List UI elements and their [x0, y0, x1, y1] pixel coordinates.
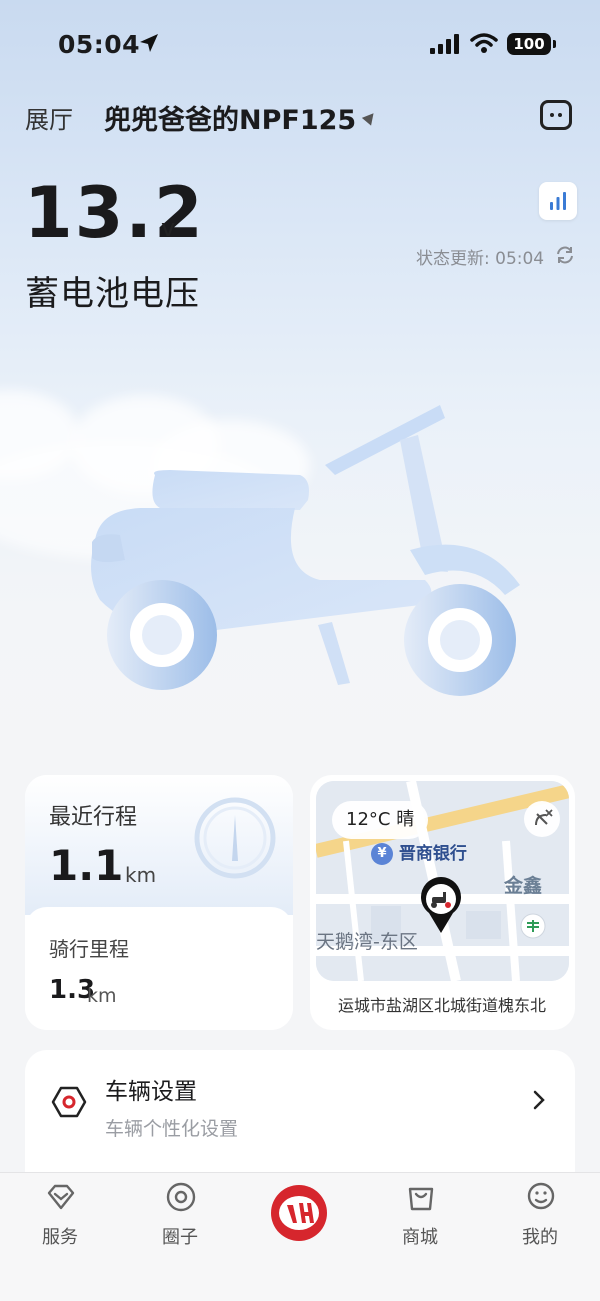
- tab-service[interactable]: 服务: [15, 1173, 105, 1263]
- location-map[interactable]: 12°C 晴 ¥ 晋商银行 金鑫 天鹅湾-东区: [316, 781, 569, 981]
- mileage-title: 骑行里程: [49, 937, 129, 961]
- map-poi-tiane: 天鹅湾-东区: [316, 931, 418, 953]
- message-robot-icon[interactable]: [540, 100, 572, 130]
- post-office-marker-icon: [520, 913, 546, 939]
- voltage-unit: V: [161, 214, 176, 242]
- tab-service-label: 服务: [42, 1227, 78, 1248]
- status-bar: 05:04 100: [0, 0, 600, 90]
- tab-home[interactable]: [271, 1185, 327, 1241]
- bar-chart-icon: [550, 192, 566, 210]
- location-address: 运城市盐湖区北城街道槐东北: [338, 996, 547, 1015]
- bottom-tab-bar: 服务 圈子 商城 我的: [0, 1172, 600, 1301]
- map-poi-bank: ¥ 晋商银行: [371, 839, 467, 865]
- battery-indicator: 100: [507, 33, 556, 55]
- recent-trip-distance: 1.1: [49, 841, 124, 890]
- status-update-time: 状态更新: 05:04: [416, 249, 545, 269]
- wifi-icon: [470, 33, 498, 53]
- tab-profile-label: 我的: [522, 1227, 558, 1248]
- vehicle-settings-title: 车辆设置: [105, 1079, 197, 1105]
- service-icon: [47, 1184, 75, 1210]
- hexagon-settings-icon: [51, 1086, 87, 1118]
- recent-trip-unit: km: [125, 863, 157, 887]
- mileage-panel: 骑行里程 1.3 km: [25, 907, 293, 1030]
- profile-icon: [527, 1182, 555, 1210]
- tab-profile[interactable]: 我的: [495, 1173, 585, 1263]
- cellular-signal-icon: [430, 34, 459, 54]
- home-logo-icon: [279, 1196, 319, 1230]
- weather-badge: 12°C 晴: [332, 801, 429, 839]
- vehicle-selector[interactable]: 兜兜爸爸的NPF125: [104, 98, 356, 137]
- mileage-unit: km: [87, 985, 117, 1007]
- vehicle-location-card[interactable]: 12°C 晴 ¥ 晋商银行 金鑫 天鹅湾-东区 运城市盐湖区北城街道槐东北: [310, 775, 575, 1030]
- hall-tab[interactable]: 展厅: [25, 100, 73, 135]
- shop-bag-icon: [408, 1187, 434, 1211]
- tab-shop[interactable]: 商城: [375, 1173, 465, 1263]
- recent-trip-title: 最近行程: [49, 805, 138, 830]
- location-arrow-icon: [140, 34, 158, 52]
- recent-trip-card[interactable]: 最近行程 1.1 km 骑行里程 1.3 km: [25, 775, 293, 1030]
- map-poi-jinxin: 金鑫: [504, 875, 543, 897]
- scooter-illustration: [91, 405, 520, 696]
- voltage-value: 13.2: [24, 172, 205, 254]
- tab-circle[interactable]: 圈子: [135, 1173, 225, 1263]
- bank-marker-icon: ¥: [371, 843, 393, 865]
- refresh-icon[interactable]: [554, 244, 576, 266]
- tab-shop-label: 商城: [402, 1227, 438, 1248]
- vehicle-location-pin-icon[interactable]: [419, 877, 463, 935]
- speedometer-icon: [194, 797, 276, 879]
- gps-signal-off-icon[interactable]: [524, 801, 560, 837]
- voltage-label: 蓄电池电压: [25, 274, 200, 314]
- vehicle-settings-subtitle: 车辆个性化设置: [105, 1118, 239, 1140]
- tab-circle-label: 圈子: [162, 1227, 198, 1248]
- status-time: 05:04: [58, 30, 141, 59]
- chart-button[interactable]: [539, 182, 577, 220]
- chevron-right-icon: [533, 1090, 545, 1110]
- circle-icon: [166, 1182, 196, 1212]
